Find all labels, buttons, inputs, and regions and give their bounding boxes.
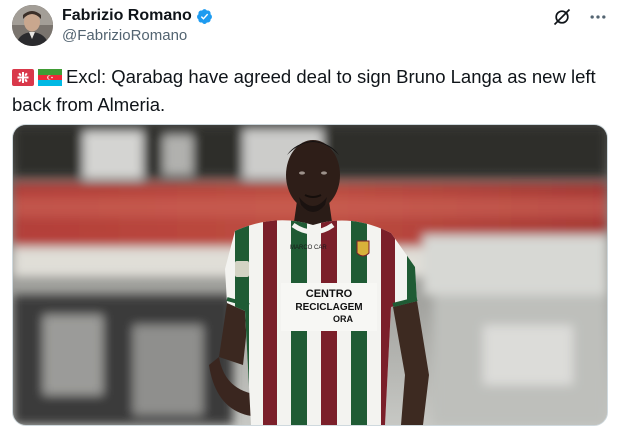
grok-icon[interactable]: [551, 6, 573, 28]
verified-badge-icon: [196, 8, 213, 25]
kit-sponsor-line1: CENTRO: [306, 288, 353, 300]
kit-sponsor-line2: RECICLAGEM: [295, 302, 362, 313]
tweet-media-image[interactable]: CENTRO RECICLAGEM ORA MARCO CAR: [12, 124, 608, 426]
author-handle[interactable]: @FabrizioRomano: [62, 27, 187, 44]
kit-sleeve-text: MARCO CAR: [290, 245, 327, 251]
author-name-row[interactable]: Fabrizio Romano: [62, 6, 213, 26]
tweet-body: Excl: Qarabag have agreed deal to sign B…: [12, 66, 596, 115]
azerbaijan-flag-icon: [38, 67, 62, 92]
more-icon[interactable]: [587, 6, 609, 28]
kit-sponsor-line3: ORA: [333, 314, 354, 324]
author-display-name[interactable]: Fabrizio Romano: [62, 7, 192, 25]
japanese-adult-sign-flag-icon: [12, 67, 34, 92]
avatar[interactable]: [12, 5, 53, 46]
tweet-text: Excl: Qarabag have agreed deal to sign B…: [12, 64, 612, 117]
tweet-top-actions: [551, 6, 609, 28]
